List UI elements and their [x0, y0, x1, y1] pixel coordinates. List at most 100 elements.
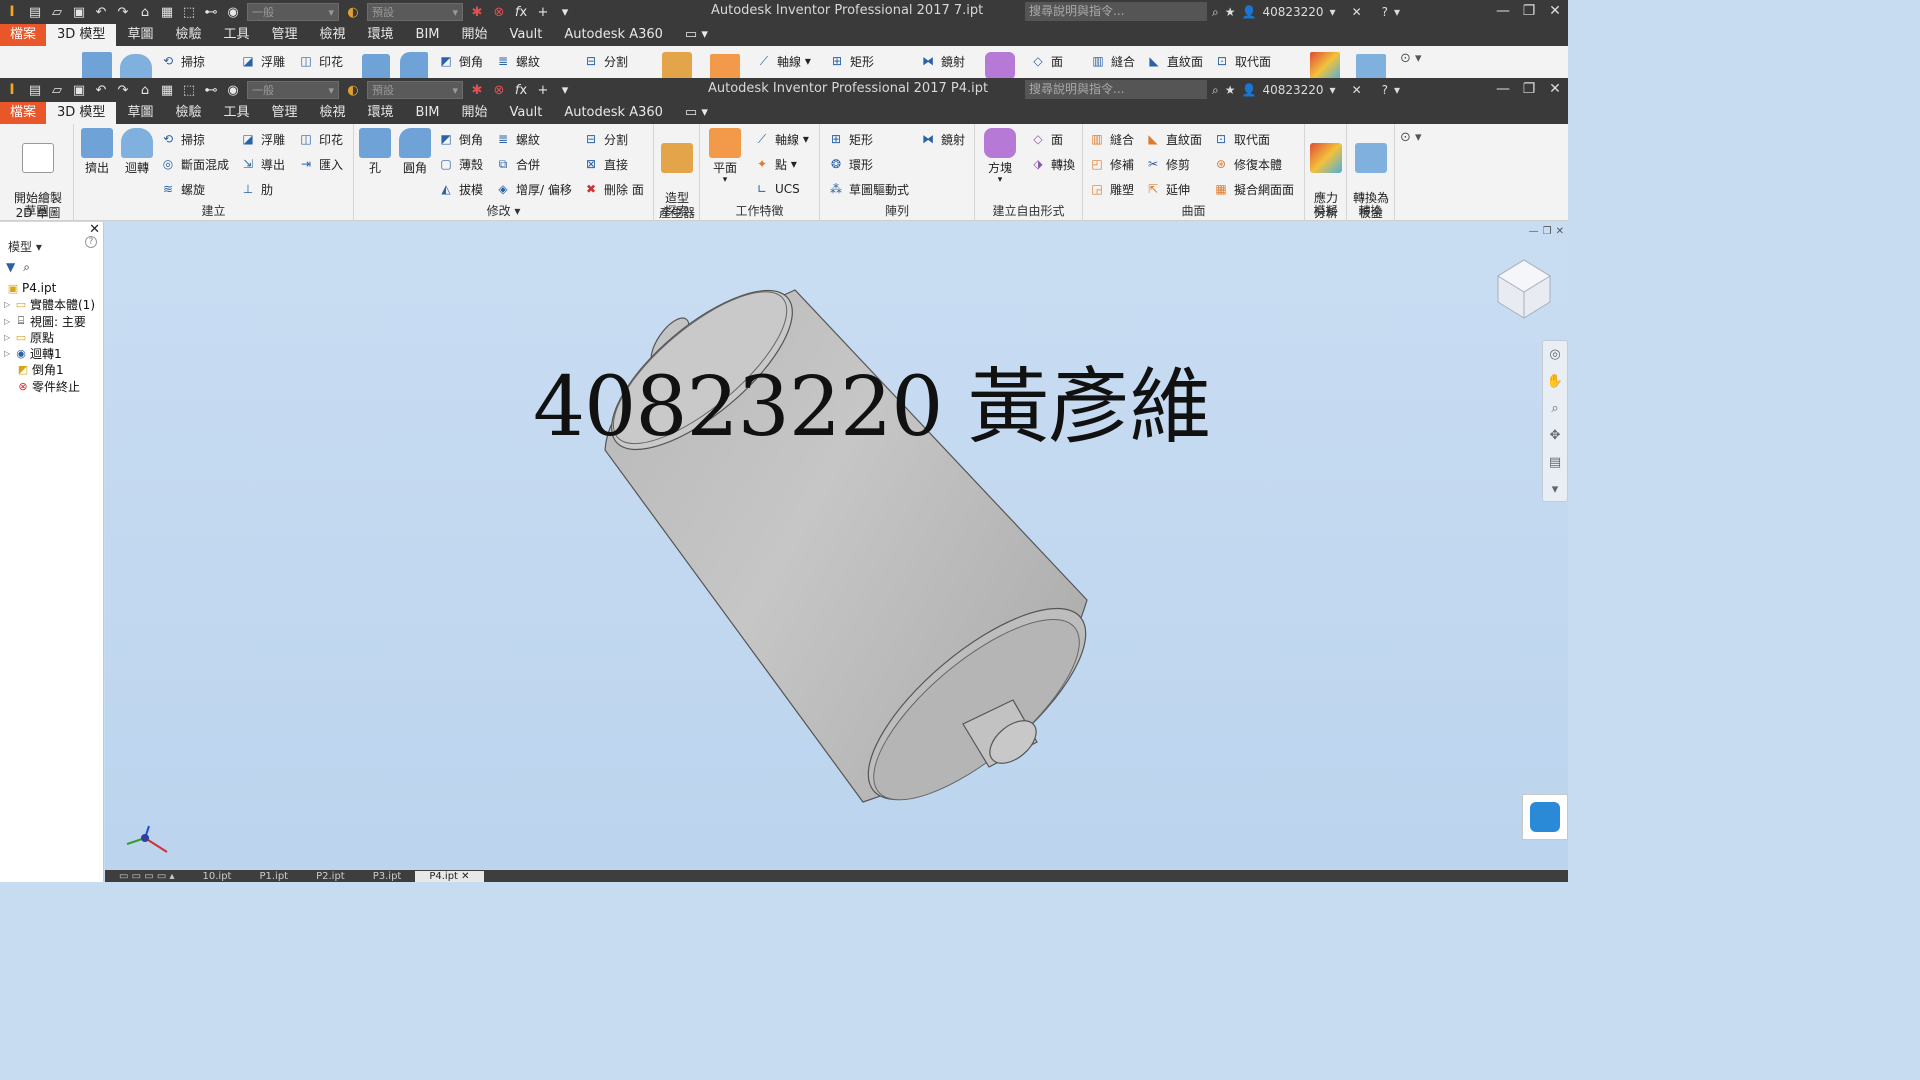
binoculars-icon[interactable]: ⌕: [1212, 5, 1219, 20]
restore-icon[interactable]: ❐: [1516, 0, 1542, 24]
user-icon[interactable]: 👤: [1242, 83, 1257, 97]
fillet-icon[interactable]: [400, 52, 428, 78]
expand-arrow-icon[interactable]: ▷: [4, 349, 14, 358]
tab-tools[interactable]: 工具: [212, 102, 260, 124]
tab-file[interactable]: 檔案: [0, 102, 47, 124]
tab-get-started[interactable]: 開始: [451, 102, 499, 124]
adjust-icon[interactable]: ✱: [466, 79, 488, 101]
graphics-viewport[interactable]: 40823220 黃彥維 — ❐ ✕ ◎ ✋ ⌕ ✥ ▤ ▾: [105, 222, 1568, 870]
print-icon[interactable]: ▦: [156, 1, 178, 23]
tab-vault[interactable]: Vault: [499, 24, 554, 46]
expand-menu-icon[interactable]: ⊙ ▾: [1400, 51, 1422, 66]
tab-bim[interactable]: BIM: [405, 102, 451, 124]
modify-panel-title[interactable]: 修改 ▾: [354, 202, 653, 219]
tab-manage[interactable]: 管理: [260, 24, 308, 46]
customize-icon[interactable]: ▾: [554, 79, 576, 101]
ruled-button-back[interactable]: ◣ 直紋面: [1146, 51, 1203, 71]
tab-sketch[interactable]: 草圖: [116, 24, 164, 46]
sweep-button-back[interactable]: ⟲ 掃掠: [160, 51, 205, 71]
split-button-back[interactable]: ⊟ 分割: [583, 51, 628, 71]
decal-button[interactable]: ◫ 印花: [298, 129, 343, 149]
shell-button[interactable]: ▢ 薄殼: [438, 154, 483, 174]
rib-button[interactable]: ⊥ 肋: [240, 179, 273, 199]
point-button[interactable]: ✦ 點 ▾: [754, 154, 797, 174]
derive-button[interactable]: ⇲ 導出: [240, 154, 285, 174]
minimize-icon[interactable]: —: [1490, 0, 1516, 24]
user-name[interactable]: 40823220: [1262, 5, 1323, 19]
adjust-icon[interactable]: ✱: [466, 1, 488, 23]
material-combo[interactable]: 預設 ▾: [367, 81, 463, 99]
doc-tab-10[interactable]: 10.ipt: [189, 871, 246, 882]
expand-arrow-icon[interactable]: ▷: [4, 333, 14, 342]
chamfer-button-back[interactable]: ◩ 倒角: [438, 51, 483, 71]
panel-toggle-icon[interactable]: ▭ ▾: [674, 102, 719, 124]
tab-view[interactable]: 檢視: [309, 24, 357, 46]
help-search-input[interactable]: 搜尋說明與指令...: [1025, 2, 1207, 21]
clear-override-icon[interactable]: ⊗: [488, 79, 510, 101]
rectangular-pattern-button-back[interactable]: ⊞ 矩形: [829, 51, 874, 71]
sheet-metal-icon[interactable]: [1356, 54, 1386, 78]
binoculars-icon[interactable]: ⌕: [23, 260, 30, 275]
restore-icon[interactable]: ❐: [1516, 78, 1542, 102]
replace-face-button-back[interactable]: ⊡ 取代面: [1214, 51, 1271, 71]
freeform-convert-button[interactable]: ⬗ 轉換: [1030, 154, 1075, 174]
tab-environments[interactable]: 環境: [357, 24, 405, 46]
save-icon[interactable]: ▣: [68, 79, 90, 101]
undo-icon[interactable]: ↶: [90, 79, 112, 101]
navbar-settings-icon[interactable]: ▾: [1543, 476, 1567, 503]
user-name[interactable]: 40823220: [1262, 83, 1323, 97]
decal-button-back[interactable]: ◫ 印花: [298, 51, 343, 71]
tree-item-part[interactable]: ▣ P4.ipt: [6, 280, 57, 296]
chevron-down-icon[interactable]: ▾: [1394, 5, 1400, 19]
plane-icon[interactable]: [710, 54, 740, 78]
fillet-button[interactable]: 圓角: [390, 128, 440, 176]
star-icon[interactable]: ★: [1225, 5, 1236, 19]
viewcube-icon[interactable]: [1494, 256, 1554, 322]
clear-override-icon[interactable]: ⊗: [488, 1, 510, 23]
doc-tab-p1[interactable]: P1.ipt: [245, 871, 302, 882]
redo-icon[interactable]: ↷: [112, 79, 134, 101]
close-icon[interactable]: ✕: [1542, 0, 1568, 24]
steering-wheel-icon[interactable]: ◎: [1543, 341, 1567, 368]
tab-inspect[interactable]: 檢驗: [164, 102, 212, 124]
rectangular-pattern-button[interactable]: ⊞ 矩形: [828, 129, 873, 149]
tree-item-view-main[interactable]: ▷ ⌸ 視圖: 主要: [4, 313, 86, 329]
appearance-icon[interactable]: ◉: [222, 79, 244, 101]
tree-item-solid-bodies[interactable]: ▷ ▭ 實體本體(1): [4, 296, 95, 312]
circular-pattern-button[interactable]: ❂ 環形: [828, 154, 873, 174]
new-file-icon[interactable]: ▤: [24, 79, 46, 101]
mirror-button[interactable]: ⧓ 鏡射: [920, 129, 965, 149]
fx-icon[interactable]: fx: [510, 79, 532, 101]
doc-tab-p2[interactable]: P2.ipt: [302, 871, 359, 882]
new-file-icon[interactable]: ▤: [24, 1, 46, 23]
measure-icon[interactable]: ⊷: [200, 79, 222, 101]
tree-item-revolve1[interactable]: ▷ ◉ 迴轉1: [4, 345, 62, 361]
inventor-logo-icon[interactable]: I: [0, 0, 24, 24]
mirror-button-back[interactable]: ⧓ 鏡射: [920, 51, 965, 71]
fit-mesh-face-button[interactable]: ▦ 擬合網面面: [1213, 179, 1294, 199]
doc-tab-p3[interactable]: P3.ipt: [359, 871, 416, 882]
minimize-icon[interactable]: —: [1529, 226, 1539, 237]
stress-analysis-icon[interactable]: [1310, 52, 1340, 78]
orbit-icon[interactable]: ✥: [1543, 422, 1567, 449]
help-icon[interactable]: ?: [1382, 5, 1388, 19]
direct-button[interactable]: ⊠ 直接: [583, 154, 628, 174]
thread-button[interactable]: ≣ 螺紋: [495, 129, 540, 149]
close-icon[interactable]: ✕: [461, 871, 469, 882]
restore-icon[interactable]: ❐: [1543, 226, 1552, 237]
fx-icon[interactable]: fx: [510, 1, 532, 23]
share-button[interactable]: [1522, 794, 1568, 840]
tab-manage[interactable]: 管理: [260, 102, 308, 124]
tab-vault[interactable]: Vault: [499, 102, 554, 124]
combine-button[interactable]: ⧉ 合併: [495, 154, 540, 174]
expand-arrow-icon[interactable]: ▷: [4, 317, 14, 326]
extrude-icon[interactable]: [82, 52, 112, 78]
thread-button-back[interactable]: ≣ 螺紋: [495, 51, 540, 71]
tab-file[interactable]: 檔案: [0, 24, 47, 46]
tab-get-started[interactable]: 開始: [451, 24, 499, 46]
chamfer-button[interactable]: ◩ 倒角: [438, 129, 483, 149]
tab-3d-model[interactable]: 3D 模型: [46, 102, 117, 124]
doc-layout-icon[interactable]: ▭ ▭ ▭ ▭ ▴: [105, 871, 189, 882]
split-button[interactable]: ⊟ 分割: [583, 129, 628, 149]
style-combo[interactable]: 一般 ▾: [247, 3, 339, 21]
